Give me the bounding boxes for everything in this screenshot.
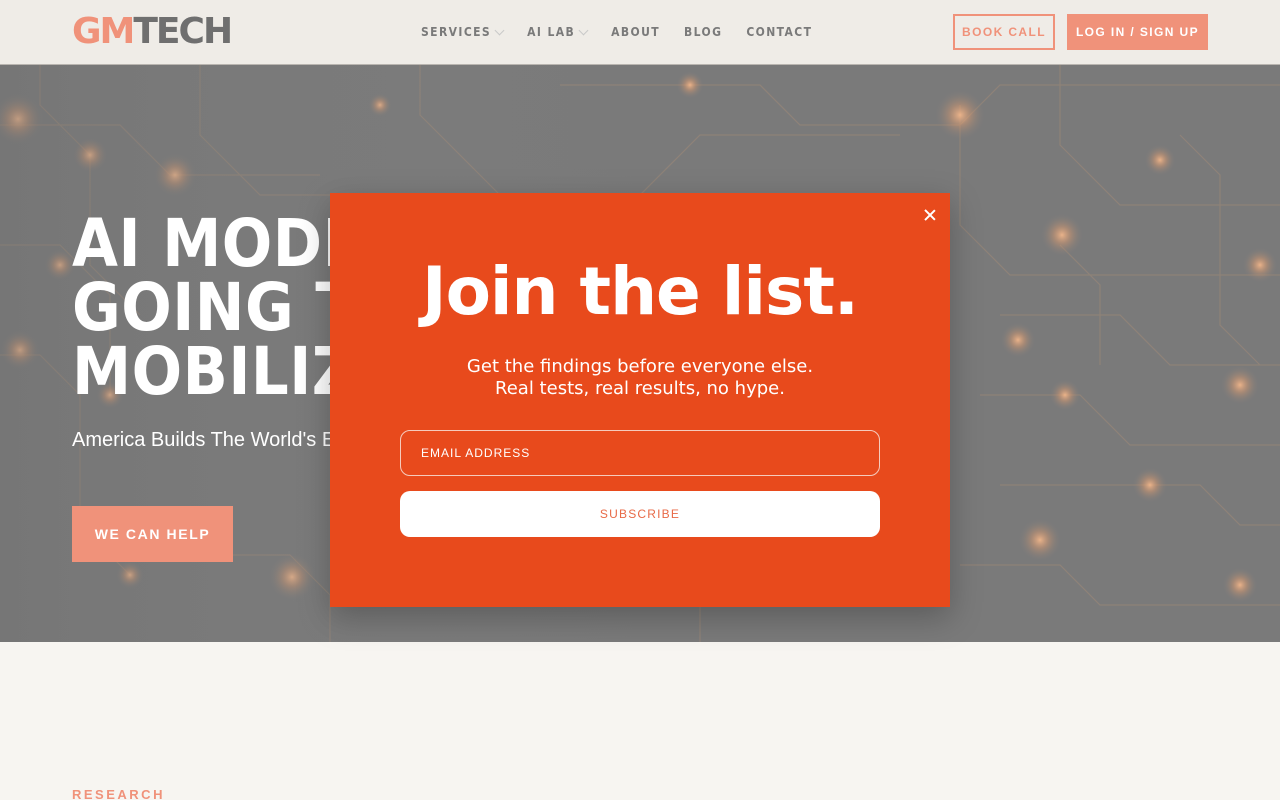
nav-item-label: ABOUT	[611, 25, 661, 39]
newsletter-modal: Join the list. Get the findings before e…	[330, 193, 950, 607]
we-can-help-button[interactable]: WE CAN HELP	[72, 506, 233, 562]
book-call-button[interactable]: BOOK CALL	[953, 14, 1055, 50]
modal-subtitle-line: Get the findings before everyone else.	[466, 356, 814, 377]
nav-item-blog[interactable]: BLOG	[684, 22, 722, 42]
nav-item-label: CONTACT	[746, 25, 813, 39]
chevron-down-icon	[494, 25, 505, 35]
nav-item-label: SERVICES	[421, 25, 492, 39]
logo-gm: GM	[72, 11, 135, 52]
chevron-down-icon	[578, 25, 589, 35]
nav-item-services[interactable]: SERVICES	[421, 22, 505, 42]
modal-title: Join the list.	[422, 253, 859, 330]
login-signup-button[interactable]: LOG IN / SIGN UP	[1067, 14, 1208, 50]
logo[interactable]: GM TECH	[72, 11, 233, 52]
nav-item-label: AI LAB	[527, 25, 576, 39]
nav-item-ai-lab[interactable]: AI LAB	[527, 22, 589, 42]
modal-subtitle: Get the findings before everyone else. R…	[330, 356, 950, 400]
logo-tech: TECH	[133, 11, 233, 52]
main-nav: SERVICES AI LAB ABOUT BLOG CONTACT	[421, 22, 836, 42]
research-section-label: RESEARCH	[72, 787, 165, 800]
hero-subtitle: America Builds The World's E	[72, 429, 336, 451]
nav-item-about[interactable]: ABOUT	[611, 22, 660, 42]
nav-item-label: BLOG	[684, 25, 723, 39]
modal-subtitle-line: Real tests, real results, no hype.	[495, 378, 785, 399]
site-header: GM TECH SERVICES AI LAB ABOUT BLOG CONTAC…	[0, 0, 1280, 65]
nav-item-contact[interactable]: CONTACT	[746, 22, 812, 42]
email-field[interactable]	[400, 430, 880, 476]
close-icon[interactable]	[920, 205, 940, 225]
subscribe-button[interactable]: SUBSCRIBE	[400, 491, 880, 537]
